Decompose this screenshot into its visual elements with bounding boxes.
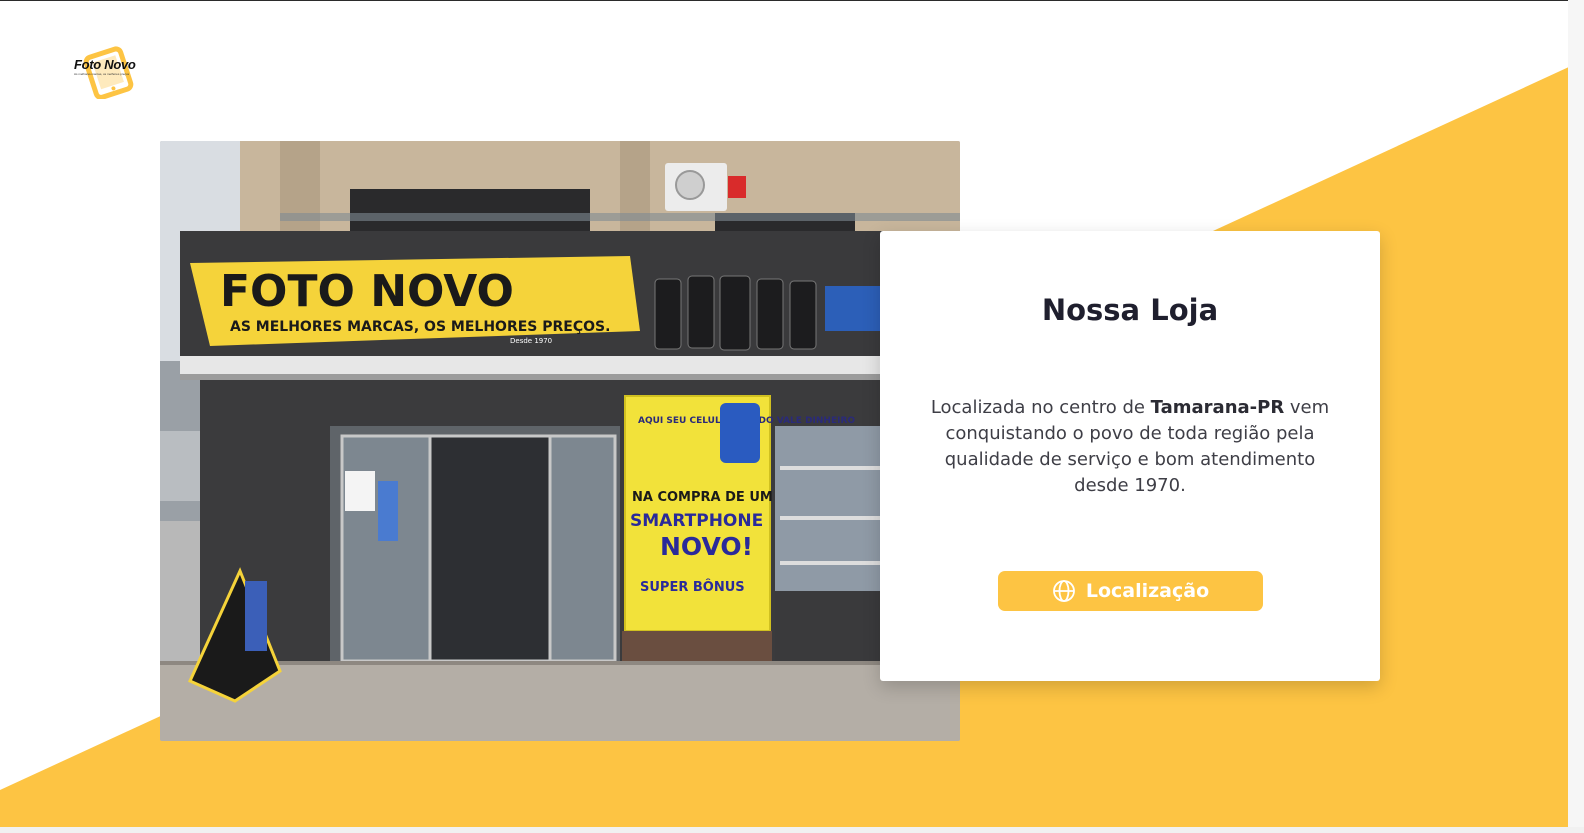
localizacao-button[interactable]: Localização [998,571,1263,611]
poster-line-3: SMARTPHONE [630,511,763,531]
store-front-photo: FOTO NOVO AS MELHORES MARCAS, OS MELHORE… [160,141,960,741]
card-text-before: Localizada no centro de [930,397,1151,418]
bottom-edge [0,827,1584,833]
poster-line-5: SUPER BÔNUS [640,579,745,595]
card-text-city: Tamarana-PR [1150,397,1285,418]
logo-wordmark: Foto Novo [74,57,136,72]
banner-main-text: FOTO NOVO [220,266,514,317]
banner-sub-text: AS MELHORES MARCAS, OS MELHORES PREÇOS. [230,319,610,335]
card-description: Localizada no centro de Tamarana-PR vem … [920,395,1340,499]
poster-line-2: NA COMPRA DE UM [632,490,773,505]
localizacao-button-label: Localização [1085,580,1210,602]
top-border [0,0,1584,1]
poster-line-4: NOVO! [660,532,753,561]
nossa-loja-card: Nossa Loja Localizada no centro de Tamar… [880,231,1380,681]
foto-novo-logo[interactable]: Foto Novo As melhores marcas, os melhore… [72,43,150,100]
scrollbar-track[interactable] [1568,0,1584,833]
globe-icon [1052,580,1075,602]
logo-tagline: As melhores marcas, os melhores preços [74,72,130,76]
store-front-illustration: FOTO NOVO AS MELHORES MARCAS, OS MELHORE… [160,141,960,741]
card-title: Nossa Loja [1041,293,1219,327]
banner-since-text: Desde 1970 [510,337,552,345]
